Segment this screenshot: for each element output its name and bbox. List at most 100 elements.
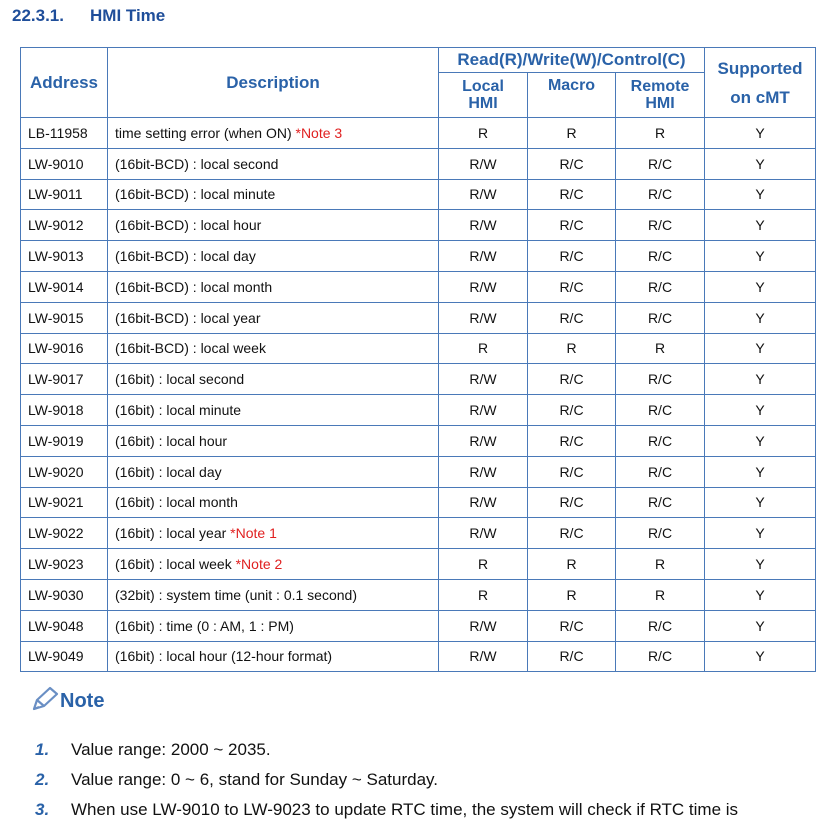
description-cell: (16bit) : local hour bbox=[107, 424, 439, 457]
cmt-support-cell: Y bbox=[704, 301, 816, 334]
macro-cell: R/C bbox=[527, 363, 616, 396]
address-cell: LW-9017 bbox=[20, 363, 108, 396]
table-row: LW-9020 (16bit) : local day R/W R/C R/C Y bbox=[20, 455, 816, 488]
header-description: Description bbox=[107, 47, 439, 118]
note-text: When use LW-9010 to LW-9023 to update RT… bbox=[71, 800, 739, 819]
address-cell: LW-9015 bbox=[20, 301, 108, 334]
note-text: Value range: 0 ~ 6, stand for Sunday ~ S… bbox=[71, 770, 439, 789]
description-text: (16bit) : local day bbox=[115, 463, 222, 480]
table-row: LW-9016 (16bit-BCD) : local week R R R Y bbox=[20, 332, 816, 365]
macro-cell: R/C bbox=[527, 147, 616, 180]
description-text: (16bit) : local month bbox=[115, 494, 238, 511]
note-heading: Note bbox=[30, 685, 104, 713]
table-row: LB-11958 time setting error (when ON) *No… bbox=[20, 117, 816, 149]
local-hmi-cell: R bbox=[438, 548, 528, 580]
remote-hmi-cell: R/C bbox=[615, 363, 705, 396]
macro-cell: R/C bbox=[527, 178, 616, 211]
description-text: (32bit) : system time (unit : 0.1 second… bbox=[115, 586, 357, 603]
description-text: (16bit) : local year bbox=[115, 525, 231, 542]
cmt-support-cell: Y bbox=[704, 548, 816, 580]
description-cell: (16bit-BCD) : local second bbox=[107, 147, 439, 180]
table-row: LW-9018 (16bit) : local minute R/W R/C R/C Y bbox=[20, 394, 816, 426]
remote-hmi-cell: R/C bbox=[615, 640, 705, 673]
pencil-icon bbox=[32, 686, 59, 711]
note-text: Value range: 2000 ~ 2035. bbox=[71, 740, 271, 759]
description-text: (16bit-BCD) : local year bbox=[115, 309, 261, 326]
macro-cell: R/C bbox=[527, 640, 616, 673]
address-cell: LW-9048 bbox=[20, 609, 108, 642]
note-number: 1. bbox=[35, 740, 50, 759]
local-hmi-cell: R/W bbox=[438, 240, 528, 272]
section-number: 22.3.1. bbox=[12, 6, 64, 25]
header-address: Address bbox=[20, 47, 108, 118]
note-label: Note bbox=[60, 690, 105, 712]
address-cell: LW-9019 bbox=[20, 424, 108, 457]
macro-cell: R/C bbox=[527, 209, 616, 242]
description-text: (16bit) : local second bbox=[115, 371, 245, 388]
cmt-support-cell: Y bbox=[704, 486, 816, 519]
table-row: LW-9021 (16bit) : local month R/W R/C R/C Y bbox=[20, 486, 816, 519]
local-hmi-cell: R/W bbox=[438, 301, 528, 334]
cmt-support-cell: Y bbox=[704, 270, 816, 303]
description-cell: (16bit-BCD) : local minute bbox=[107, 178, 439, 211]
local-hmi-cell: R/W bbox=[438, 640, 528, 673]
header-rw-group: Read(R)/Write(W)/Control(C) bbox=[438, 47, 705, 73]
local-hmi-cell: R/W bbox=[438, 609, 528, 642]
table-row: LW-9014 (16bit-BCD) : local month R/W R/C R/… bbox=[20, 270, 816, 303]
remote-hmi-cell: R/C bbox=[615, 270, 705, 303]
remote-hmi-cell: R/C bbox=[615, 209, 705, 242]
macro-cell: R/C bbox=[527, 301, 616, 334]
macro-cell: R bbox=[527, 117, 616, 149]
table-row: LW-9010 (16bit-BCD) : local second R/W R/C R… bbox=[20, 147, 816, 180]
description-text: (16bit-BCD) : local minute bbox=[115, 186, 276, 203]
cmt-support-cell: Y bbox=[704, 424, 816, 457]
macro-cell: R/C bbox=[527, 240, 616, 272]
macro-cell: R/C bbox=[527, 455, 616, 488]
cmt-support-cell: Y bbox=[704, 240, 816, 272]
table-row: LW-9048 (16bit) : time (0 : AM, 1 : PM) R/… bbox=[20, 609, 816, 642]
remote-hmi-cell: R/C bbox=[615, 147, 705, 180]
address-cell: LB-11958 bbox=[20, 117, 108, 149]
address-cell: LW-9020 bbox=[20, 455, 108, 488]
description-cell: (16bit) : local year *Note 1 bbox=[107, 517, 439, 550]
local-hmi-cell: R/W bbox=[438, 270, 528, 303]
description-cell: time setting error (when ON) *Note 3 bbox=[107, 117, 439, 149]
table-row: LW-9012 (16bit-BCD) : local hour R/W R/C R/C… bbox=[20, 209, 816, 242]
address-cell: LW-9014 bbox=[20, 270, 108, 303]
remote-hmi-cell: R/C bbox=[615, 455, 705, 488]
cmt-support-cell: Y bbox=[704, 578, 816, 611]
macro-cell: R bbox=[527, 548, 616, 580]
cmt-support-cell: Y bbox=[704, 455, 816, 488]
local-hmi-cell: R/W bbox=[438, 147, 528, 180]
description-cell: (16bit-BCD) : local day bbox=[107, 240, 439, 272]
address-cell: LW-9030 bbox=[20, 578, 108, 611]
local-hmi-cell: R/W bbox=[438, 517, 528, 550]
local-hmi-cell: R bbox=[438, 117, 528, 149]
description-cell: (16bit) : local day bbox=[107, 455, 439, 488]
description-cell: (16bit-BCD) : local week bbox=[107, 332, 439, 365]
cmt-support-cell: Y bbox=[704, 517, 816, 550]
description-text: (16bit-BCD) : local month bbox=[115, 278, 273, 295]
table-row: LW-9030 (32bit) : system time (unit : 0.1… bbox=[20, 578, 816, 611]
local-hmi-cell: R/W bbox=[438, 209, 528, 242]
table-row: LW-9022 (16bit) : local year *Note 1 R/W R/… bbox=[20, 517, 816, 550]
description-text: (16bit-BCD) : local second bbox=[115, 155, 279, 172]
address-cell: LW-9018 bbox=[20, 394, 108, 426]
hmi-time-table: Address Description Read(R)/Write(W)/Con… bbox=[20, 47, 816, 673]
remote-hmi-cell: R/C bbox=[615, 301, 705, 334]
section-heading: 22.3.1. HMI Time bbox=[12, 6, 165, 26]
description-cell: (32bit) : system time (unit : 0.1 second… bbox=[107, 578, 439, 611]
note-reference: *Note 1 bbox=[230, 525, 277, 542]
table-row: LW-9023 (16bit) : local week *Note 2RRRY bbox=[20, 548, 816, 580]
note-item: 3. When use LW-9010 to LW-9023 to update … bbox=[35, 795, 825, 825]
section-title: HMI Time bbox=[90, 6, 166, 25]
remote-hmi-cell: R bbox=[615, 117, 705, 149]
remote-hmi-cell: R/C bbox=[615, 394, 705, 426]
macro-cell: R/C bbox=[527, 424, 616, 457]
header-local-hmi: Local HMI bbox=[438, 72, 528, 118]
table-row: LW-9011 (16bit-BCD) : local minute R/W R/C R… bbox=[20, 178, 816, 211]
table-row: LW-9015 (16bit-BCD) : local year R/W R/C R/C… bbox=[20, 301, 816, 334]
local-hmi-cell: R/W bbox=[438, 486, 528, 519]
table-row: LW-9019 (16bit) : local hour R/W R/C R/C Y bbox=[20, 424, 816, 457]
description-cell: (16bit) : local second bbox=[107, 363, 439, 396]
